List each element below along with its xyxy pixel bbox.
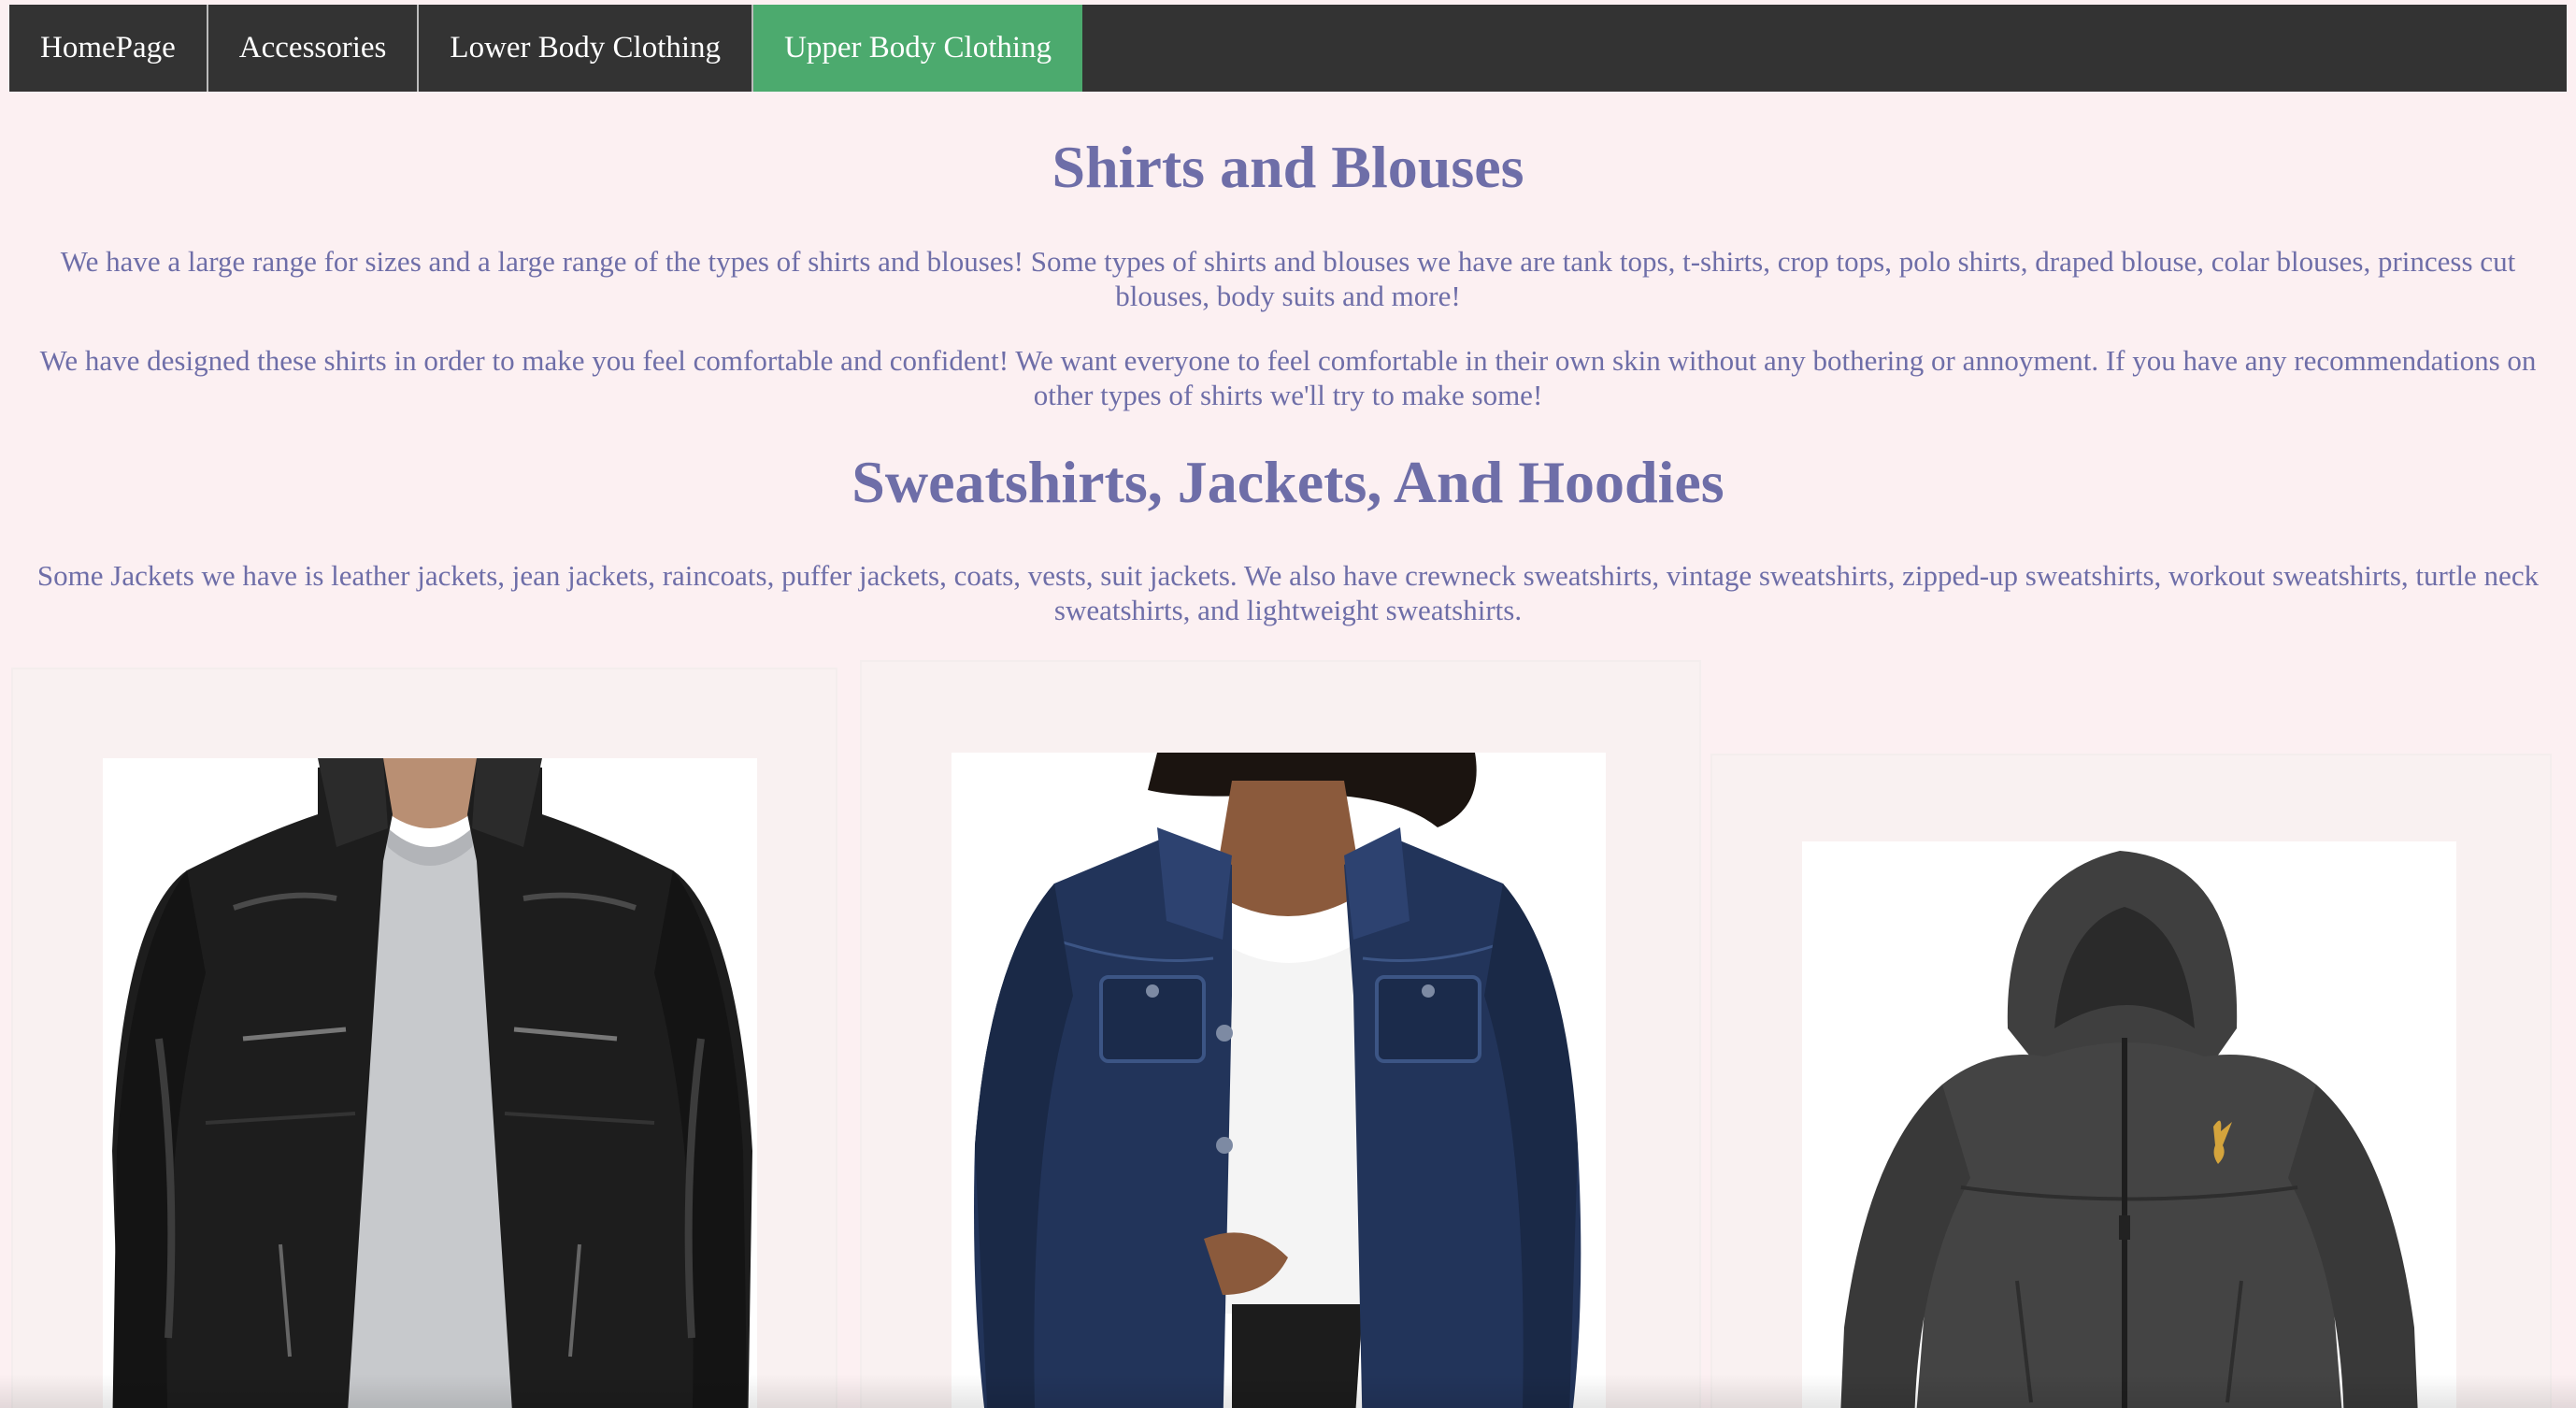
sweatshirts-heading: Sweatshirts, Jackets, And Hoodies [852,448,1724,515]
nav-link-lower-body-clothing[interactable]: Lower Body Clothing [419,5,754,92]
sweatshirts-description: Some Jackets we have is leather jackets,… [36,559,2540,627]
leather-jacket-image[interactable] [103,758,757,1408]
main-content: Shirts and Blouses We have a large range… [9,92,2567,627]
top-navigation-bar: HomePage Accessories Lower Body Clothing… [9,5,2567,92]
denim-jacket-image[interactable] [952,753,1606,1408]
nav-link-upper-body-clothing[interactable]: Upper Body Clothing [753,5,1083,92]
product-card-leather-jacket[interactable] [13,669,836,1408]
nav-link-accessories[interactable]: Accessories [208,5,420,92]
hooded-jacket-image[interactable] [1802,841,2456,1408]
nav-link-homepage[interactable]: HomePage [9,5,208,92]
shirts-heading: Shirts and Blouses [1052,134,1524,200]
shirts-comfort-description: We have designed these shirts in order t… [39,343,2537,411]
shirts-description: We have a large range for sizes and a la… [60,244,2516,312]
product-card-hooded-jacket[interactable] [1712,755,2550,1408]
product-card-denim-jacket[interactable] [862,662,1699,1408]
